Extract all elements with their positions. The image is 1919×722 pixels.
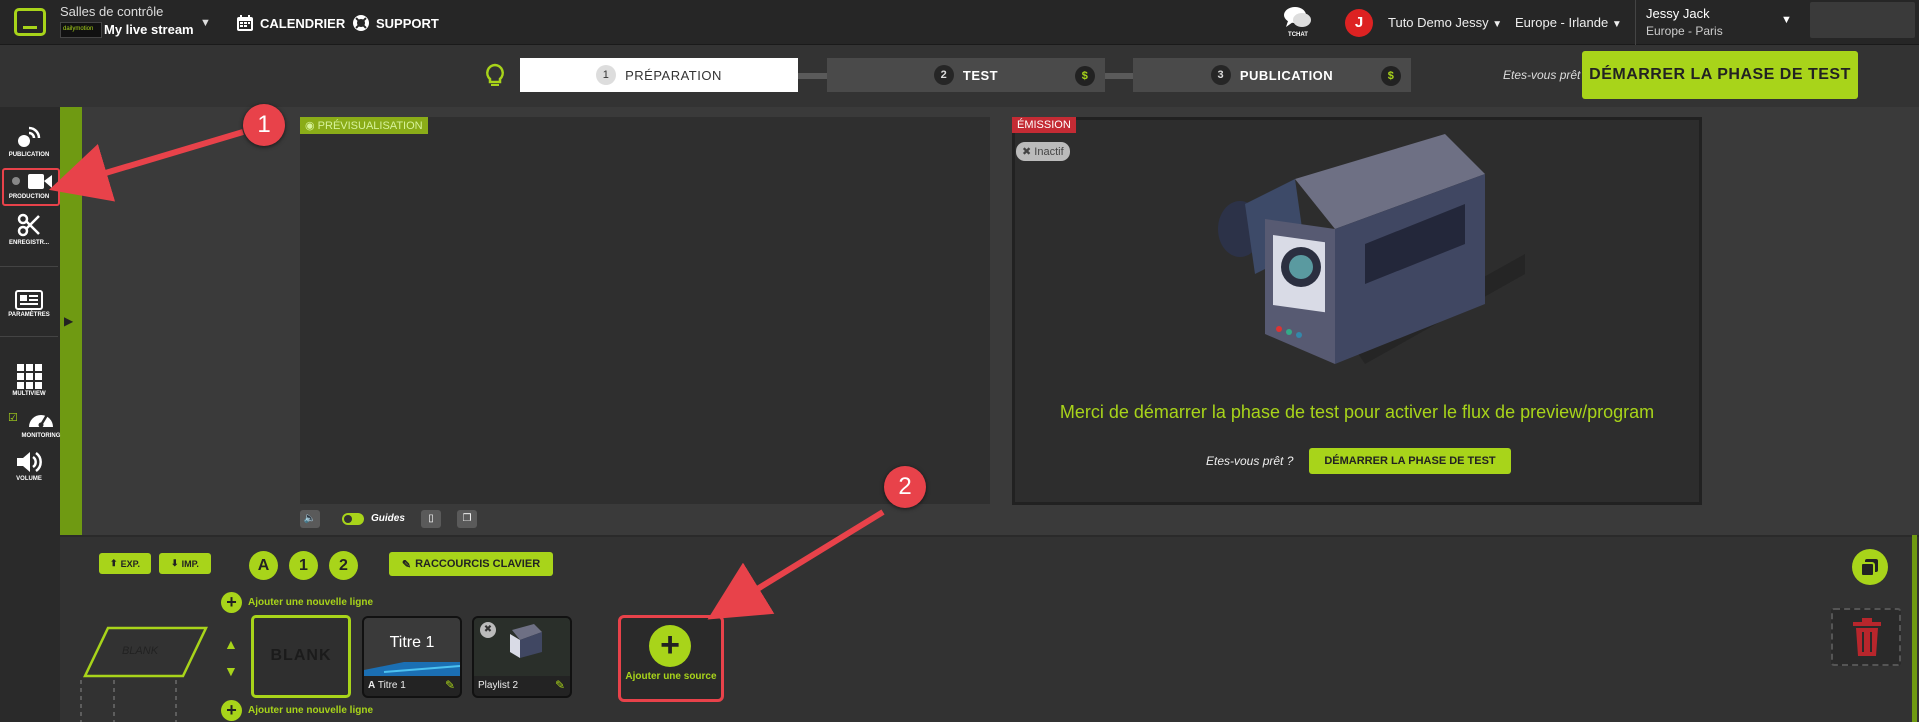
annotation-arrows [49, 129, 885, 620]
annotation-badge-2: 2 [884, 466, 926, 508]
annotation-badge-1: 1 [243, 104, 285, 146]
